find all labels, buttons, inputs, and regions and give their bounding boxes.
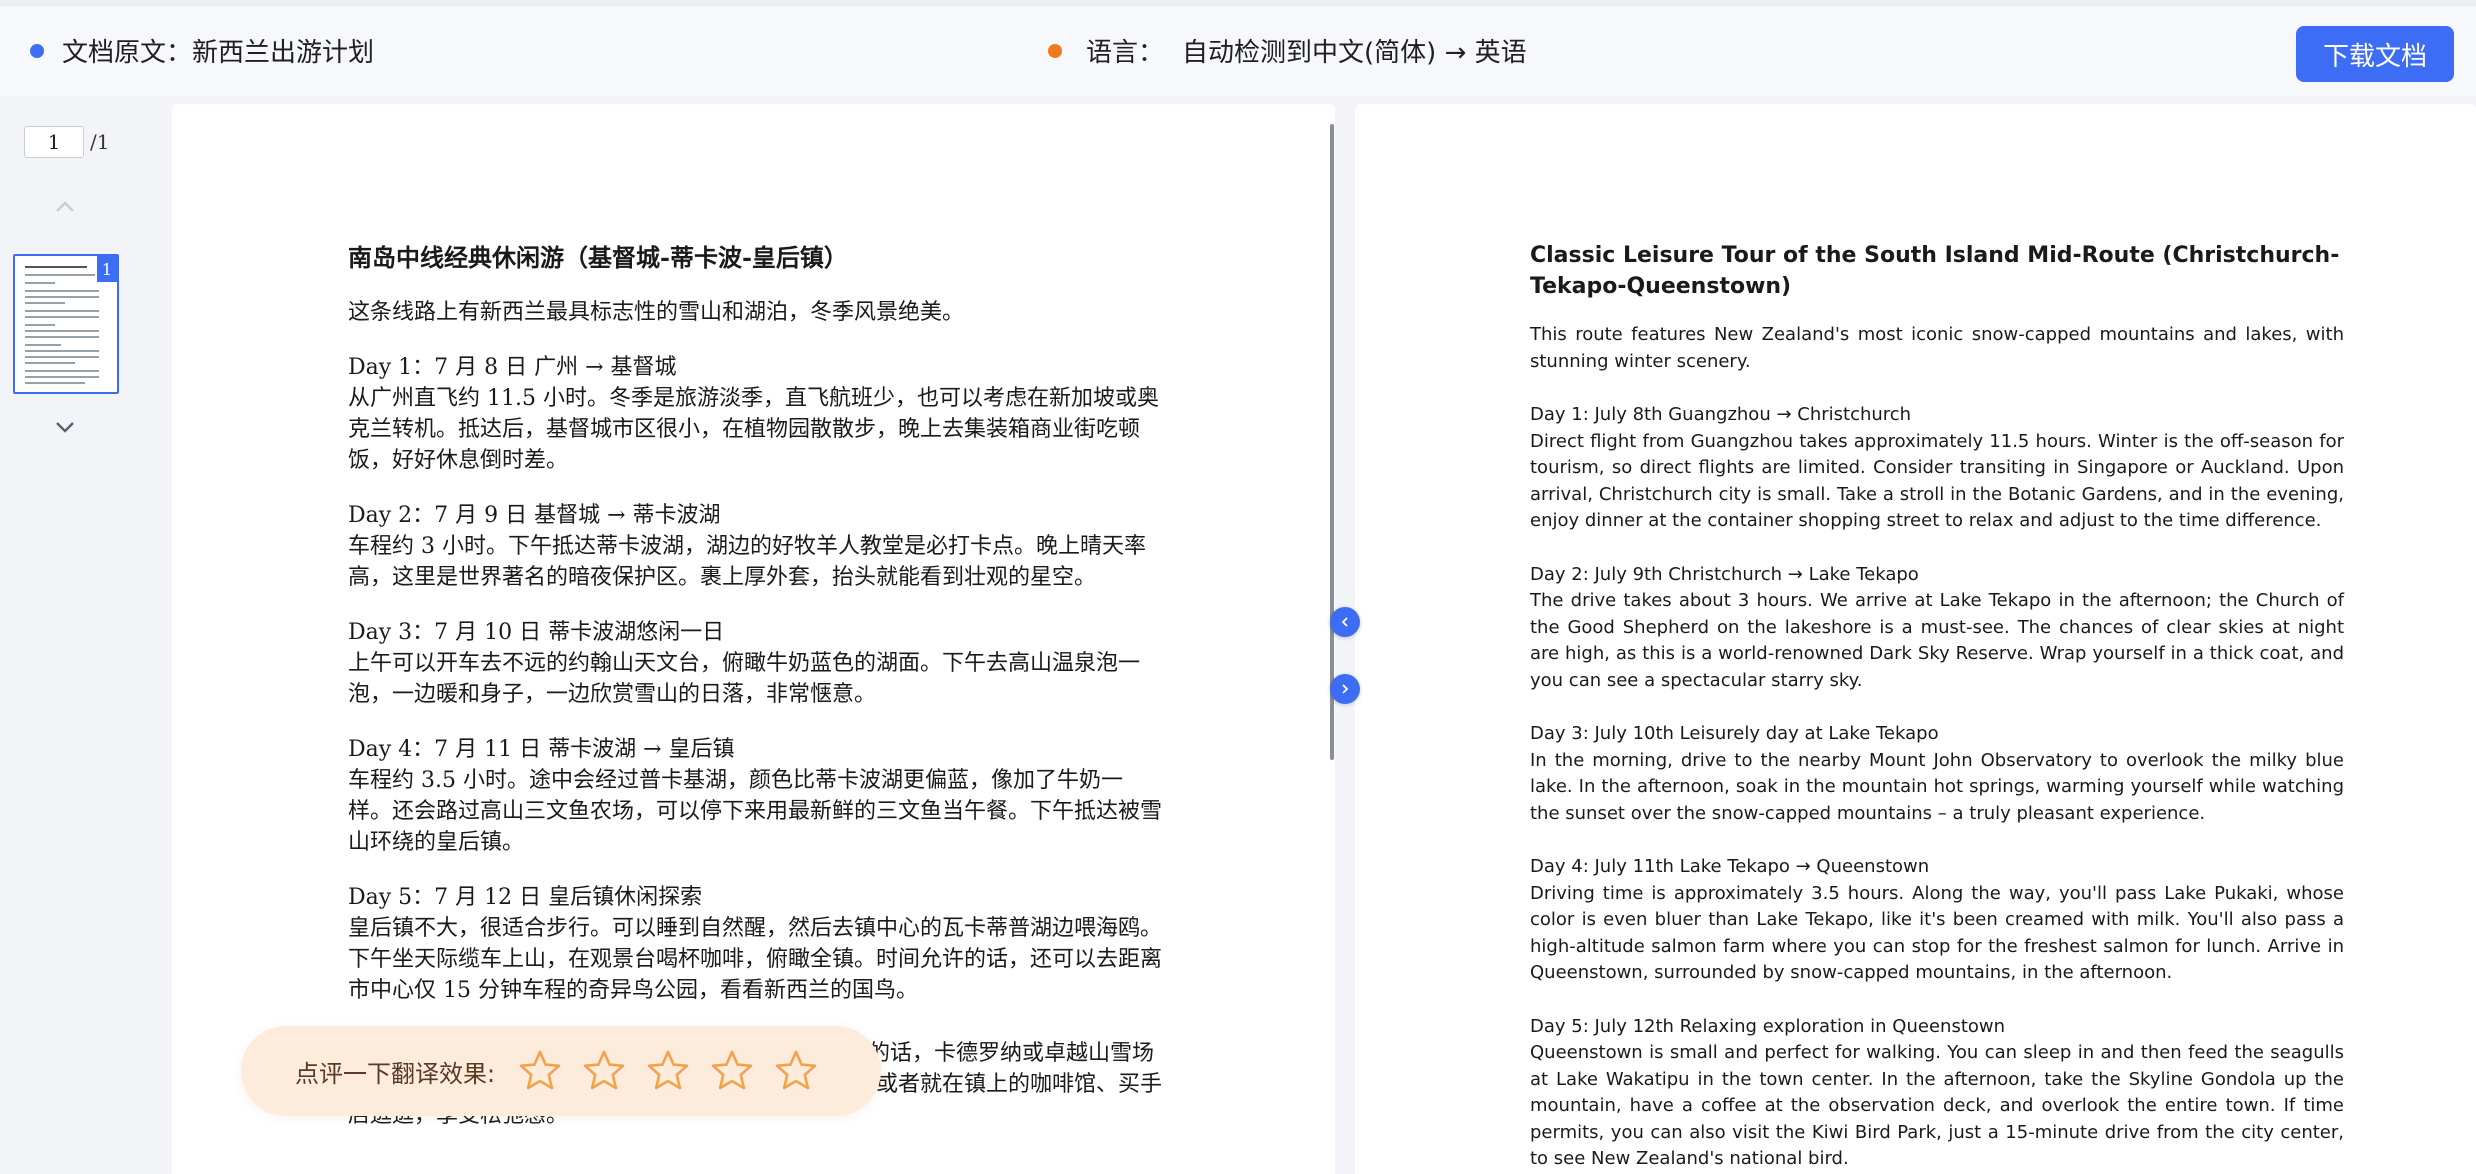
collapse-right-button[interactable] xyxy=(1330,674,1360,704)
page-total: /1 xyxy=(90,130,110,154)
page-thumbnail[interactable]: 1 xyxy=(13,254,119,394)
source-day: Day 5：7 月 12 日 皇后镇休闲探索 皇后镇不大，很适合步行。可以睡到自… xyxy=(348,882,1164,1006)
source-document-name: 新西兰出游计划 xyxy=(192,38,375,68)
translated-day-body: Driving time is approximately 3.5 hours.… xyxy=(1530,882,2344,984)
download-document-button[interactable]: 下载文档 xyxy=(2296,26,2454,82)
source-intro: 这条线路上有新西兰最具标志性的雪山和湖泊，冬季风景绝美。 xyxy=(348,300,965,326)
star-icon[interactable] xyxy=(773,1048,819,1094)
translated-day-heading: Day 2: July 9th Christchurch → Lake Teka… xyxy=(1530,563,1919,585)
source-day-body: 车程约 3.5 小时。途中会经过普卡基湖，颜色比蒂卡波湖更偏蓝，像加了牛奶一样。… xyxy=(348,768,1163,856)
star-icon[interactable] xyxy=(581,1048,627,1094)
star-icon[interactable] xyxy=(709,1048,755,1094)
source-day-heading: Day 4：7 月 11 日 蒂卡波湖 → 皇后镇 xyxy=(348,737,735,763)
translated-day: Day 1: July 8th Guangzhou → Christchurch… xyxy=(1530,402,2344,535)
source-day-body: 从广州直飞约 11.5 小时。冬季是旅游淡季，直飞航班少，也可以考虑在新加坡或奥… xyxy=(348,386,1159,474)
chevron-right-icon xyxy=(1342,684,1349,694)
source-day-heading: Day 5：7 月 12 日 皇后镇休闲探索 xyxy=(348,885,703,911)
translated-document: Classic Leisure Tour of the South Island… xyxy=(1530,240,2344,1174)
page-number-input[interactable] xyxy=(24,126,84,158)
translated-day-body: In the morning, drive to the nearby Moun… xyxy=(1530,749,2344,824)
source-document: 南岛中线经典休闲游（基督城-蒂卡波-皇后镇） 这条线路上有新西兰最具标志性的雪山… xyxy=(348,242,1164,1155)
translated-day-heading: Day 3: July 10th Leisurely day at Lake T… xyxy=(1530,723,1939,744)
page-sidebar: /1 1 xyxy=(0,104,136,1174)
star-icon[interactable] xyxy=(645,1048,691,1094)
translation-panel: Classic Leisure Tour of the South Island… xyxy=(1355,104,2476,1174)
chevron-up-icon[interactable] xyxy=(52,194,78,220)
source-day-heading: Day 2：7 月 9 日 基督城 → 蒂卡波湖 xyxy=(348,503,721,529)
source-dot-icon xyxy=(30,43,44,58)
source-scrollbar[interactable] xyxy=(1330,124,1334,760)
translated-day: Day 5: July 12th Relaxing exploration in… xyxy=(1530,1014,2344,1173)
translated-day: Day 2: July 9th Christchurch → Lake Teka… xyxy=(1530,562,2344,695)
source-day-body: 皇后镇不大，很适合步行。可以睡到自然醒，然后去镇中心的瓦卡蒂普湖边喂海鸥。下午坐… xyxy=(348,916,1163,1004)
rating-stars xyxy=(517,1048,837,1094)
source-info: 文档原文： 新西兰出游计划 xyxy=(30,32,374,69)
language-label: 语言： xyxy=(1086,38,1165,68)
source-day-heading: Day 3：7 月 10 日 蒂卡波湖悠闲一日 xyxy=(348,620,725,646)
translated-day-body: The drive takes about 3 hours. We arrive… xyxy=(1530,590,2344,691)
translated-day: Day 4: July 11th Lake Tekapo → Queenstow… xyxy=(1530,854,2344,987)
translated-day-heading: Day 4: July 11th Lake Tekapo → Queenstow… xyxy=(1530,856,1930,877)
source-label: 文档原文： xyxy=(62,38,193,68)
chevron-left-icon xyxy=(1341,617,1348,627)
source-day: Day 1：7 月 8 日 广州 → 基督城 从广州直飞约 11.5 小时。冬季… xyxy=(348,352,1164,476)
translated-day: Day 3: July 10th Leisurely day at Lake T… xyxy=(1530,721,2344,827)
thumbnail-page-badge: 1 xyxy=(97,256,117,282)
translation-rating: 点评一下翻译效果: xyxy=(241,1026,881,1116)
source-day-heading: Day 1：7 月 8 日 广州 → 基督城 xyxy=(348,355,677,381)
source-day-body: 上午可以开车去不远的约翰山天文台，俯瞰牛奶蓝色的湖面。下午去高山温泉泡一泡，一边… xyxy=(348,651,1141,708)
translated-intro: This route features New Zealand's most i… xyxy=(1530,324,2344,372)
translated-title: Classic Leisure Tour of the South Island… xyxy=(1530,243,2340,299)
translated-day-body: Queenstown is small and perfect for walk… xyxy=(1530,1042,2344,1169)
chevron-down-icon[interactable] xyxy=(52,414,78,440)
top-header: 文档原文： 新西兰出游计划 语言： 自动检测到中文(简体) → 英语 下载文档 xyxy=(0,0,2476,96)
language-value: 自动检测到中文(简体) → 英语 xyxy=(1182,38,1527,68)
source-day: Day 4：7 月 11 日 蒂卡波湖 → 皇后镇 车程约 3.5 小时。途中会… xyxy=(348,734,1164,858)
language-dot-icon xyxy=(1048,43,1062,58)
collapse-left-button[interactable] xyxy=(1330,607,1360,637)
source-day-body: 车程约 3 小时。下午抵达蒂卡波湖，湖边的好牧羊人教堂是必打卡点。晚上晴天率高，… xyxy=(348,534,1146,591)
star-icon[interactable] xyxy=(517,1048,563,1094)
translated-day-heading: Day 1: July 8th Guangzhou → Christchurch xyxy=(1530,404,1912,425)
translated-day-body: Direct flight from Guangzhou takes appro… xyxy=(1530,430,2344,532)
rating-label: 点评一下翻译效果: xyxy=(295,1059,496,1088)
language-info: 语言： 自动检测到中文(简体) → 英语 xyxy=(1048,32,1527,69)
source-title: 南岛中线经典休闲游（基督城-蒂卡波-皇后镇） xyxy=(348,243,848,272)
translated-day-heading: Day 5: July 12th Relaxing exploration in… xyxy=(1530,1015,2006,1037)
source-day: Day 3：7 月 10 日 蒂卡波湖悠闲一日 上午可以开车去不远的约翰山天文台… xyxy=(348,617,1164,710)
source-document-panel: 南岛中线经典休闲游（基督城-蒂卡波-皇后镇） 这条线路上有新西兰最具标志性的雪山… xyxy=(172,104,1335,1174)
source-day: Day 2：7 月 9 日 基督城 → 蒂卡波湖 车程约 3 小时。下午抵达蒂卡… xyxy=(348,500,1164,593)
page-control: /1 xyxy=(24,126,109,158)
